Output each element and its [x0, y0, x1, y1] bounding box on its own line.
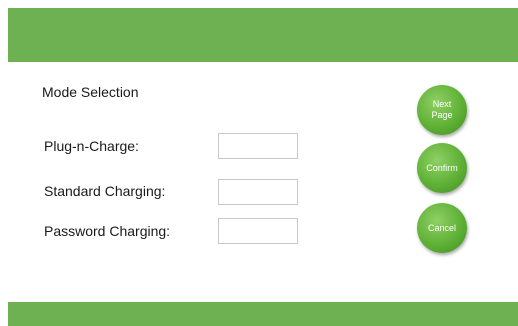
password-charging-field[interactable]: [218, 218, 298, 244]
next-page-button[interactable]: Next Page: [417, 85, 467, 135]
cancel-button[interactable]: Cancel: [417, 203, 467, 253]
standard-charging-field[interactable]: [218, 179, 298, 205]
plug-n-charge-field[interactable]: [218, 133, 298, 159]
mode-selection-screen: Mode Selection Plug-n-Charge: Standard C…: [0, 0, 518, 326]
plug-n-charge-label: Plug-n-Charge:: [44, 138, 139, 154]
page-title: Mode Selection: [42, 84, 139, 100]
header-bar: [8, 8, 518, 62]
password-charging-label: Password Charging:: [44, 223, 171, 239]
confirm-button[interactable]: Confirm: [417, 143, 467, 193]
standard-charging-label: Standard Charging:: [44, 183, 166, 199]
footer-bar: [8, 302, 518, 326]
